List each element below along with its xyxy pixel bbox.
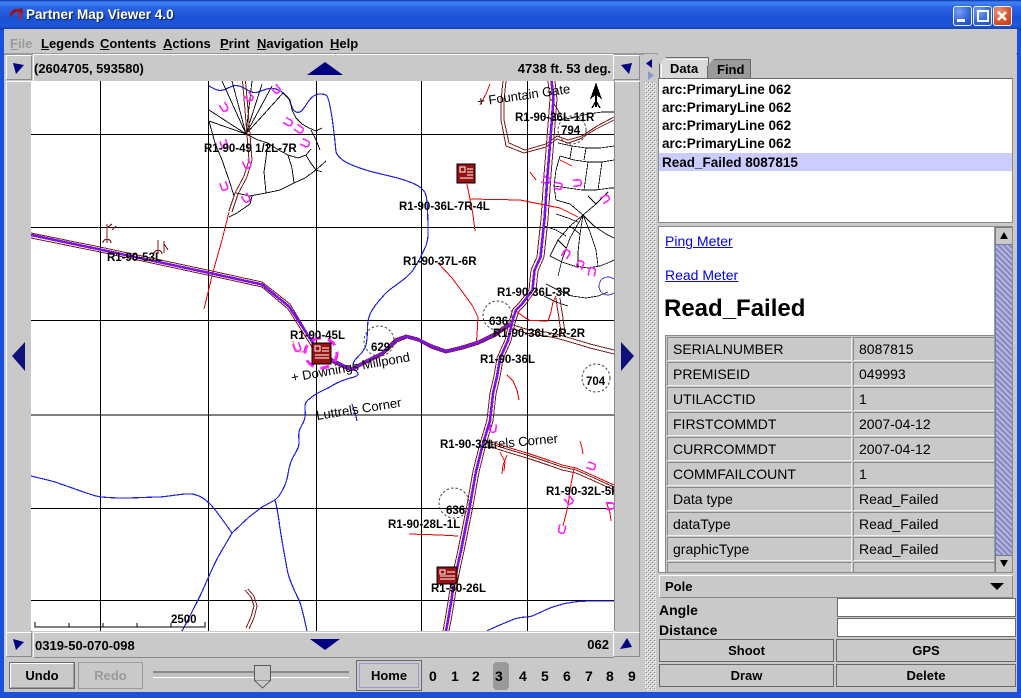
svg-text:ttrels Corner: ttrels Corner [486,431,559,452]
svg-text:R1-90-37L-6R: R1-90-37L-6R [403,256,477,268]
svg-text:636: 636 [489,316,508,328]
svg-text:R1-90-32L-5R: R1-90-32L-5R [546,486,614,498]
svg-text:R1-90-49 1/2L-7R: R1-90-49 1/2L-7R [204,143,297,155]
svg-text:R1-90-36L-7R-4L: R1-90-36L-7R-4L [399,201,490,213]
svg-text:R1-90-45L: R1-90-45L [290,330,345,342]
svg-text:R1-90-36L-3R: R1-90-36L-3R [497,287,571,299]
svg-text:R1-90-36L-11R: R1-90-36L-11R [515,112,595,124]
svg-text:704: 704 [586,376,606,388]
svg-text:R1-90-53L: R1-90-53L [107,252,162,264]
svg-text:794: 794 [561,125,581,137]
svg-text:R1-90-26L: R1-90-26L [431,583,486,595]
svg-text:636: 636 [446,505,465,517]
svg-text:R1-90-28L-1L: R1-90-28L-1L [388,519,460,531]
svg-text:Luttrels Corner: Luttrels Corner [315,395,403,423]
svg-text:R1-90-36L-2R-2R: R1-90-36L-2R-2R [493,328,586,340]
svg-text:+ Downings Millpond: + Downings Millpond [290,349,411,385]
svg-text:R1-90-36L: R1-90-36L [480,354,535,366]
svg-text:2500: 2500 [171,614,197,626]
